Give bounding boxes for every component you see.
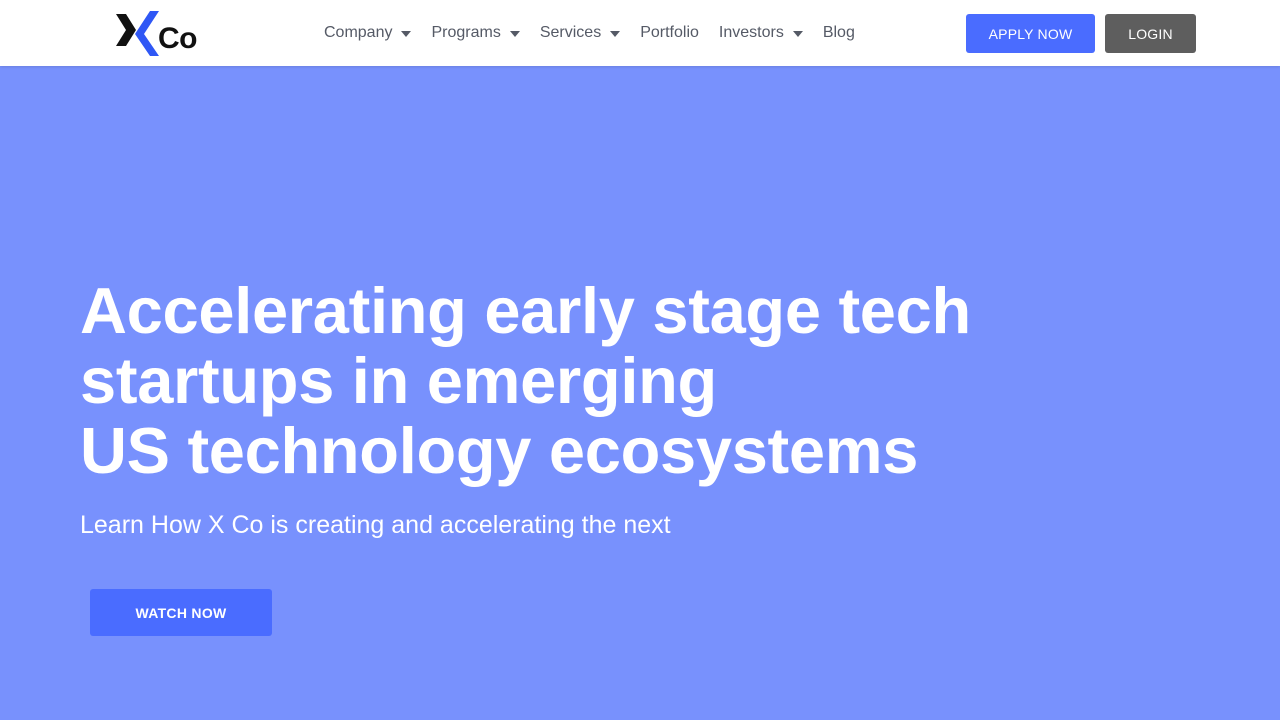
page: Co Company Programs Services Portfolio I… — [0, 0, 1280, 720]
main-nav: Company Programs Services Portfolio Inve… — [314, 20, 865, 46]
nav-item-blog[interactable]: Blog — [813, 20, 865, 46]
hero-title-line: Accelerating early stage tech — [80, 274, 971, 347]
x-logo-icon — [116, 11, 159, 56]
hero-title-line: US technology ecosystems — [80, 414, 919, 487]
nav-item-label: Company — [324, 24, 393, 41]
nav-item-label: Portfolio — [640, 24, 699, 41]
chevron-down-icon — [610, 31, 621, 37]
hero-subtitle: Learn How X Co is creating and accelerat… — [80, 511, 671, 539]
nav-item-label: Investors — [718, 24, 784, 41]
nav-item-investors[interactable]: Investors — [709, 20, 813, 46]
watch-now-button[interactable]: WATCH NOW — [90, 589, 272, 636]
apply-now-button[interactable]: APPLY NOW — [966, 14, 1095, 53]
nav-item-programs[interactable]: Programs — [421, 20, 529, 46]
hero-title-line: startups in emerging — [80, 344, 717, 417]
nav-item-services[interactable]: Services — [530, 20, 630, 46]
logo-text: Co — [158, 22, 198, 55]
chevron-down-icon — [792, 31, 803, 37]
nav-item-portfolio[interactable]: Portfolio — [630, 20, 709, 46]
nav-item-label: Blog — [822, 24, 855, 41]
hero-title: Accelerating early stage tech startups i… — [80, 276, 1080, 486]
nav-item-label: Services — [539, 24, 602, 41]
nav-item-company[interactable]: Company — [314, 20, 421, 46]
site-logo[interactable]: Co — [114, 10, 204, 56]
nav-item-label: Programs — [431, 24, 501, 41]
site-header: Co Company Programs Services Portfolio I… — [0, 0, 1280, 66]
chevron-down-icon — [509, 31, 520, 37]
chevron-down-icon — [401, 31, 412, 37]
login-button[interactable]: LOGIN — [1105, 14, 1196, 53]
